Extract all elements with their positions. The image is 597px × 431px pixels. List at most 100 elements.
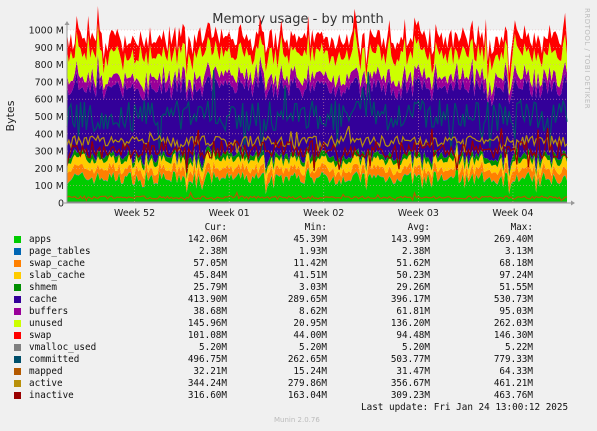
legend-table: Cur: Min: Avg: Max: apps 142.06M 45.39M 143… bbox=[8, 222, 533, 402]
x-tick-label: Week 03 bbox=[398, 208, 439, 219]
legend-avg: 29.26M bbox=[396, 282, 430, 293]
legend-series-name: swap bbox=[29, 330, 52, 341]
legend-avg: 5.20M bbox=[402, 342, 430, 353]
legend-avg: 94.48M bbox=[396, 330, 430, 341]
legend-row-buffers: buffers 38.68M 8.62M 61.81M 95.03M bbox=[8, 306, 533, 318]
plot-area: 0 100 M 200 M 300 M 400 M 500 M 600 M 700 M 800 … bbox=[29, 6, 575, 219]
legend-max: 269.40M bbox=[493, 234, 533, 245]
legend-max: 146.30M bbox=[493, 330, 533, 341]
legend-series-name: buffers bbox=[29, 306, 69, 317]
header-max: Max: bbox=[510, 222, 533, 233]
legend-avg: 50.23M bbox=[396, 270, 430, 281]
y-tick-label: 1000 M bbox=[29, 26, 64, 37]
legend-max: 3.13M bbox=[505, 246, 533, 257]
legend-max: 97.24M bbox=[499, 270, 533, 281]
legend-series-name: vmalloc_used bbox=[29, 342, 97, 353]
y-tick-label: 200 M bbox=[35, 164, 64, 175]
legend-swatch bbox=[14, 368, 21, 375]
last-update: Last update: Fri Jan 24 13:00:12 2025 bbox=[361, 402, 569, 413]
legend-avg: 61.81M bbox=[396, 306, 430, 317]
y-tick-label: 500 M bbox=[35, 112, 64, 123]
x-tick-label: Week 52 bbox=[114, 208, 155, 219]
x-tick-label: Week 04 bbox=[492, 208, 533, 219]
munin-version: Munin 2.0.76 bbox=[274, 416, 320, 424]
legend-series-name: cache bbox=[29, 294, 57, 305]
header-avg: Avg: bbox=[407, 222, 430, 233]
y-tick-label: 900 M bbox=[35, 43, 64, 54]
legend-cur: 5.20M bbox=[199, 342, 227, 353]
y-axis-arrow bbox=[64, 21, 70, 25]
legend-min: 289.65M bbox=[287, 294, 327, 305]
legend-series-name: slab_cache bbox=[29, 270, 85, 281]
legend-avg: 143.99M bbox=[390, 234, 430, 245]
legend-min: 279.86M bbox=[287, 378, 327, 389]
legend-cur: 57.05M bbox=[193, 258, 227, 269]
legend-avg: 31.47M bbox=[396, 366, 430, 377]
legend-row-shmem: shmem 25.79M 3.03M 29.26M 51.55M bbox=[8, 282, 533, 294]
rrdtool-credit: RRDTOOL / TOBI OETIKER bbox=[583, 8, 591, 109]
legend-swatch bbox=[14, 236, 21, 243]
legend-series-name: apps bbox=[29, 234, 52, 245]
legend-avg: 356.67M bbox=[390, 378, 430, 389]
legend-avg: 309.23M bbox=[390, 390, 430, 401]
y-tick-label: 600 M bbox=[35, 95, 64, 106]
legend-series-name: active bbox=[29, 378, 63, 389]
legend-row-apps: apps 142.06M 45.39M 143.99M 269.40M bbox=[8, 234, 533, 246]
legend-avg: 2.38M bbox=[402, 246, 430, 257]
legend-row-inactive: inactive 316.60M 163.04M 309.23M 463.76M bbox=[8, 390, 533, 402]
legend-cur: 413.90M bbox=[187, 294, 227, 305]
x-tick-label: Week 01 bbox=[209, 208, 250, 219]
legend-min: 8.62M bbox=[299, 306, 327, 317]
legend-swatch bbox=[14, 308, 21, 315]
x-axis-arrow bbox=[571, 200, 575, 206]
legend-cur: 45.84M bbox=[193, 270, 227, 281]
legend-row-swap_cache: swap_cache 57.05M 11.42M 51.62M 68.18M bbox=[8, 258, 533, 270]
legend-min: 3.03M bbox=[299, 282, 327, 293]
legend-max: 64.33M bbox=[499, 366, 533, 377]
legend-avg: 136.20M bbox=[390, 318, 430, 329]
y-tick-label: 800 M bbox=[35, 60, 64, 71]
legend-row-committed: committed 496.75M 262.65M 503.77M 779.33M bbox=[8, 354, 533, 366]
legend-swatch bbox=[14, 260, 21, 267]
legend-series-name: committed bbox=[29, 354, 80, 365]
legend-max: 95.03M bbox=[499, 306, 533, 317]
legend-row-cache: cache 413.90M 289.65M 396.17M 530.73M bbox=[8, 294, 533, 306]
legend-min: 45.39M bbox=[293, 234, 327, 245]
legend-max: 51.55M bbox=[499, 282, 533, 293]
legend-swatch bbox=[14, 284, 21, 291]
legend-series-name: page_tables bbox=[29, 246, 91, 257]
legend-row-page_tables: page_tables 2.38M 1.93M 2.38M 3.13M bbox=[8, 246, 533, 258]
legend-swatch bbox=[14, 344, 21, 351]
legend-rows: apps 142.06M 45.39M 143.99M 269.40M page_tabl… bbox=[8, 234, 533, 402]
legend-avg: 51.62M bbox=[396, 258, 430, 269]
legend-cur: 101.08M bbox=[187, 330, 227, 341]
legend-swatch bbox=[14, 320, 21, 327]
legend-cur: 316.60M bbox=[187, 390, 227, 401]
legend-row-vmalloc_used: vmalloc_used 5.20M 5.20M 5.20M 5.22M bbox=[8, 342, 533, 354]
legend-row-swap: swap 101.08M 44.00M 94.48M 146.30M bbox=[8, 330, 533, 342]
legend-row-slab_cache: slab_cache 45.84M 41.51M 50.23M 97.24M bbox=[8, 270, 533, 282]
y-tick-label: 700 M bbox=[35, 77, 64, 88]
x-tick-label: Week 02 bbox=[303, 208, 344, 219]
legend-series-name: mapped bbox=[29, 366, 63, 377]
legend-min: 1.93M bbox=[299, 246, 327, 257]
legend-max: 461.21M bbox=[493, 378, 533, 389]
legend-max: 463.76M bbox=[493, 390, 533, 401]
legend-avg: 503.77M bbox=[390, 354, 430, 365]
legend-min: 262.65M bbox=[287, 354, 327, 365]
legend-min: 41.51M bbox=[293, 270, 327, 281]
legend-cur: 38.68M bbox=[193, 306, 227, 317]
legend-series-name: unused bbox=[29, 318, 63, 329]
legend-cur: 32.21M bbox=[193, 366, 227, 377]
legend-min: 5.20M bbox=[299, 342, 327, 353]
legend-max: 5.22M bbox=[505, 342, 533, 353]
legend-swatch bbox=[14, 380, 21, 387]
legend-max: 530.73M bbox=[493, 294, 533, 305]
legend-cur: 496.75M bbox=[187, 354, 227, 365]
legend-min: 15.24M bbox=[293, 366, 327, 377]
legend-max: 779.33M bbox=[493, 354, 533, 365]
legend-cur: 2.38M bbox=[199, 246, 227, 257]
y-tick-label: 100 M bbox=[35, 181, 64, 192]
header-min: Min: bbox=[304, 222, 327, 233]
legend-min: 44.00M bbox=[293, 330, 327, 341]
